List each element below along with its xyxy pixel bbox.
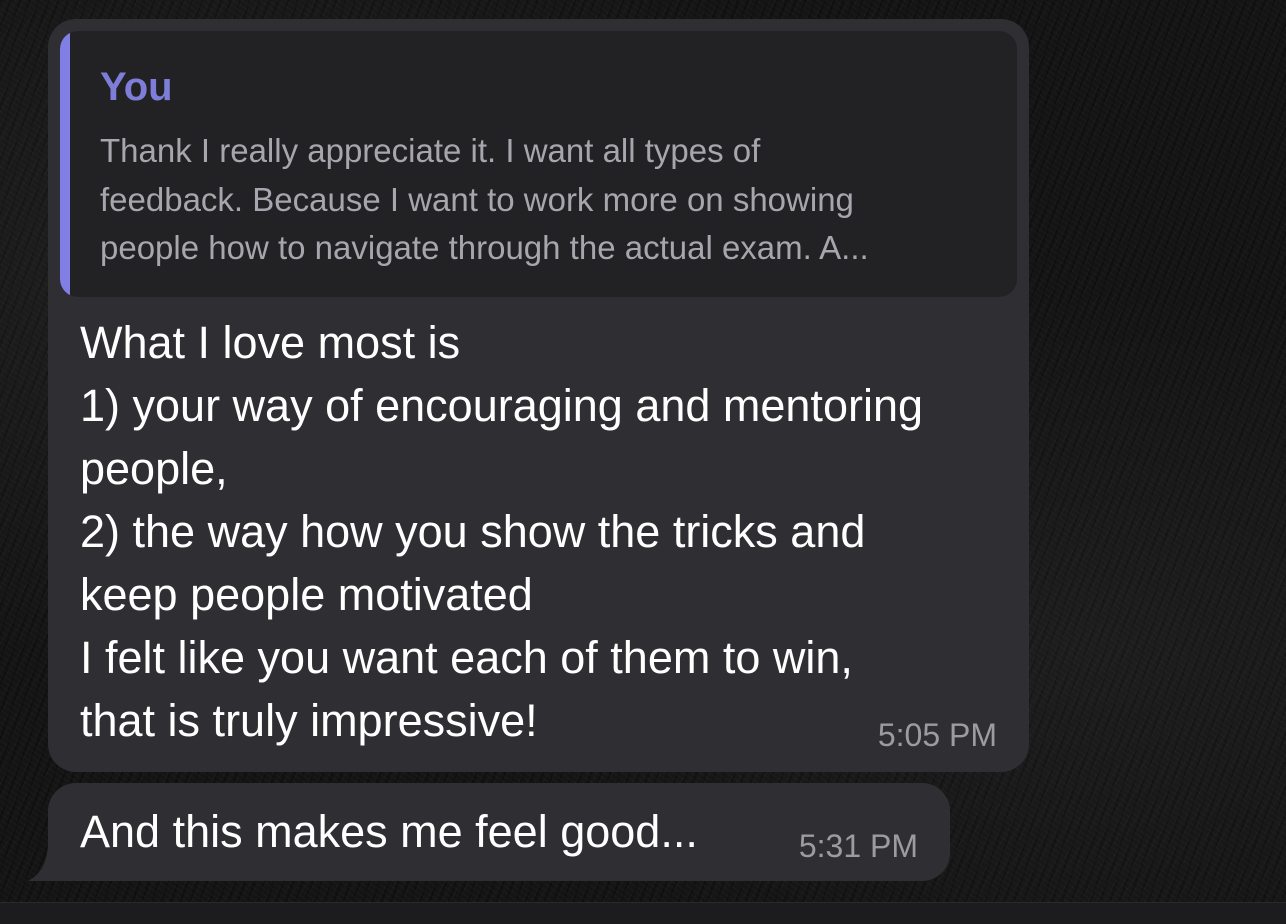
bottom-bar xyxy=(0,902,1286,924)
reply-preview-text: Thank I really appreciate it. I want all… xyxy=(100,127,1000,273)
message-line: What I love most is xyxy=(80,317,461,368)
message-line: keep people motivated xyxy=(80,569,533,620)
message-line: 2) the way how you show the tricks and xyxy=(80,506,866,557)
reply-preview-line: people how to navigate through the actua… xyxy=(100,229,869,266)
message-line: I felt like you want each of them to win… xyxy=(80,632,853,683)
reply-accent-bar xyxy=(60,31,70,297)
message-timestamp: 5:05 PM xyxy=(877,717,997,753)
message-timestamp: 5:31 PM xyxy=(798,828,918,864)
reply-author: You xyxy=(100,65,173,109)
message-line: that is truly impressive! xyxy=(80,695,538,746)
message-text: And this makes me feel good... xyxy=(80,806,698,857)
message-text: What I love most is 1) your way of encou… xyxy=(80,311,1010,752)
chat-area: You Thank I really appreciate it. I want… xyxy=(0,0,1286,902)
reply-quote[interactable]: You Thank I really appreciate it. I want… xyxy=(60,31,1017,297)
message-bubble-incoming[interactable]: You Thank I really appreciate it. I want… xyxy=(48,19,1029,772)
message-line: people, xyxy=(80,443,228,494)
bubble-tail-icon xyxy=(28,841,68,881)
message-bubble-incoming[interactable]: And this makes me feel good... 5:31 PM xyxy=(28,783,950,881)
message-line: 1) your way of encouraging and mentoring xyxy=(80,380,924,431)
reply-preview-line: feedback. Because I want to work more on… xyxy=(100,180,854,218)
reply-preview-line: Thank I really appreciate it. I want all… xyxy=(100,132,761,169)
